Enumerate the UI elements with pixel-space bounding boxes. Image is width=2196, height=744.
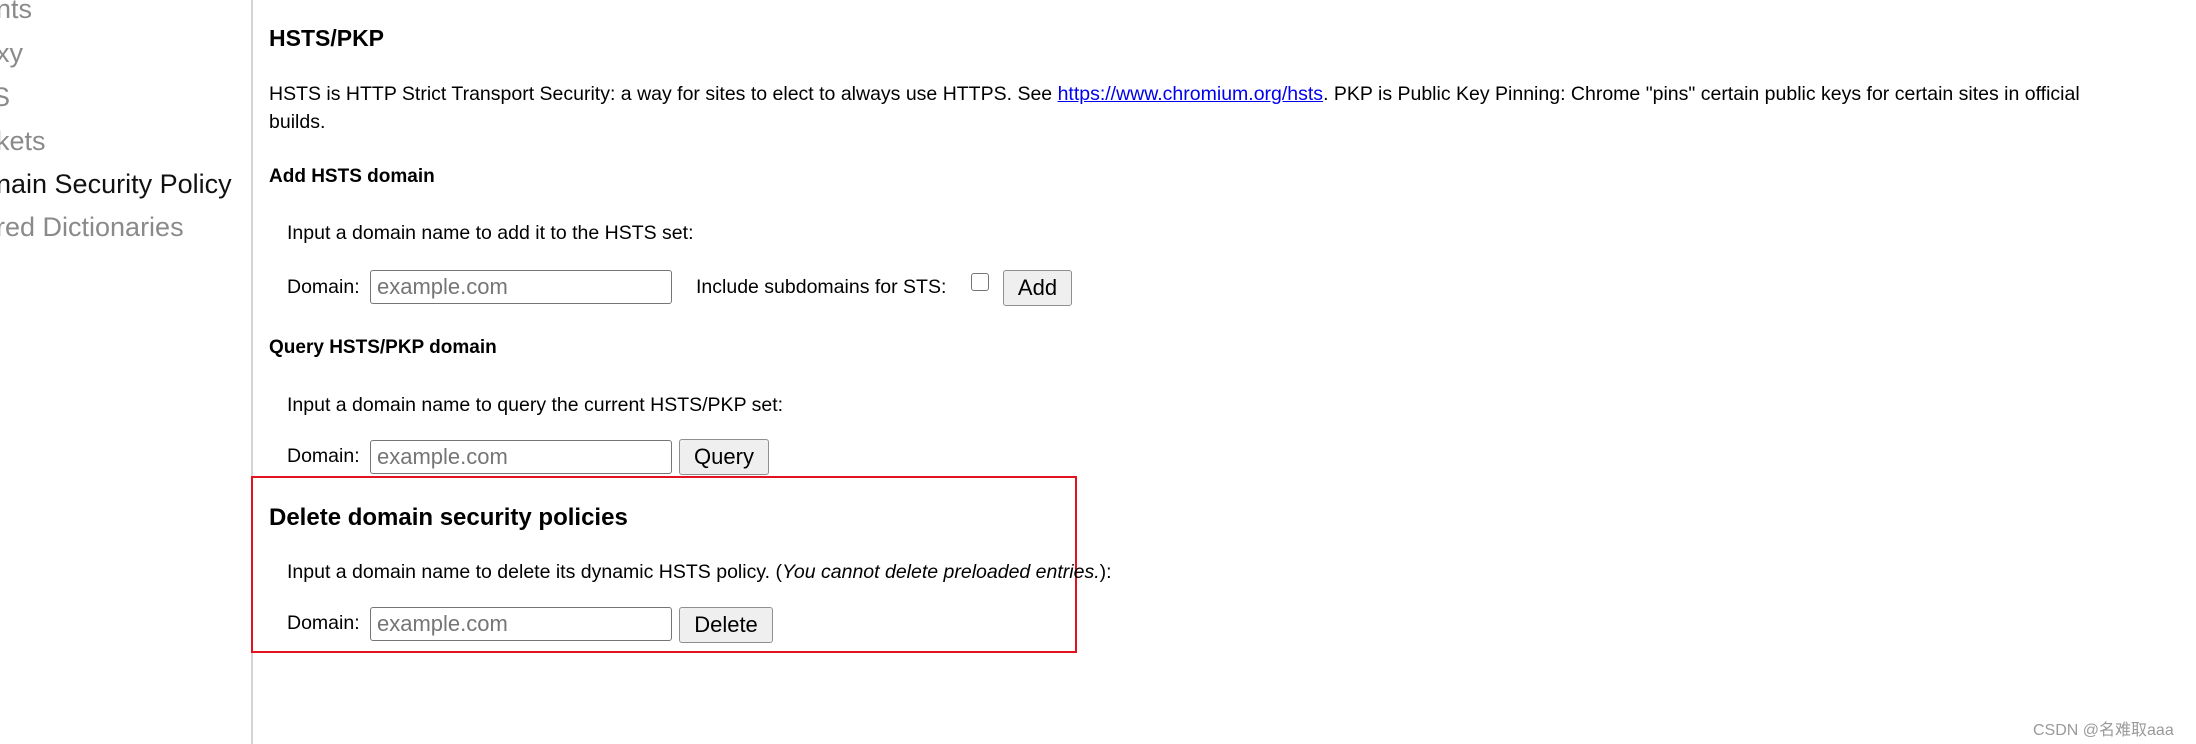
delete-description-note: You cannot delete preloaded entries. xyxy=(781,561,1100,583)
delete-button[interactable]: Delete xyxy=(679,607,773,643)
add-button[interactable]: Add xyxy=(1003,270,1072,306)
watermark: CSDN @名难取aaa xyxy=(2033,722,2174,739)
sidebar-item-shared-dictionaries[interactable]: red Dictionaries xyxy=(0,212,184,243)
sidebar-item-events[interactable]: nts xyxy=(0,0,32,25)
add-hsts-heading: Add HSTS domain xyxy=(269,166,435,187)
sidebar-item-domain-security-policy[interactable]: nain Security Policy xyxy=(0,169,232,200)
query-button[interactable]: Query xyxy=(679,439,769,475)
sidebar-item-dns[interactable]: S xyxy=(0,82,10,113)
sidebar-item-proxy[interactable]: xy xyxy=(0,38,23,69)
intro-text-part: HSTS is HTTP Strict Transport Security: … xyxy=(269,83,1058,105)
include-subdomains-checkbox[interactable] xyxy=(971,273,989,291)
delete-domain-input[interactable] xyxy=(370,607,672,641)
delete-description-part: Input a domain name to delete its dynami… xyxy=(287,561,782,583)
hsts-link[interactable]: https://www.chromium.org/hsts xyxy=(1058,83,1324,105)
include-subdomains-label: Include subdomains for STS: xyxy=(696,276,947,298)
query-domain-input[interactable] xyxy=(370,440,672,474)
intro-text: HSTS is HTTP Strict Transport Security: … xyxy=(269,83,2080,106)
query-description: Input a domain name to query the current… xyxy=(287,394,784,416)
query-heading: Query HSTS/PKP domain xyxy=(269,337,497,358)
delete-description: Input a domain name to delete its dynami… xyxy=(287,561,1112,584)
intro-text-line2: builds. xyxy=(269,111,326,133)
page-title: HSTS/PKP xyxy=(269,25,385,51)
add-domain-label: Domain: xyxy=(287,276,360,298)
add-domain-input[interactable] xyxy=(370,270,672,304)
delete-heading: Delete domain security policies xyxy=(269,504,628,531)
intro-text-part: . PKP is Public Key Pinning: Chrome "pin… xyxy=(1323,83,2080,105)
add-hsts-description: Input a domain name to add it to the HST… xyxy=(287,222,694,244)
sidebar-item-sockets[interactable]: kets xyxy=(0,126,46,157)
sidebar: nts xy S kets nain Security Policy red D… xyxy=(0,0,253,744)
delete-domain-label: Domain: xyxy=(287,612,360,634)
delete-description-part: ): xyxy=(1099,561,1112,583)
query-domain-label: Domain: xyxy=(287,445,360,467)
